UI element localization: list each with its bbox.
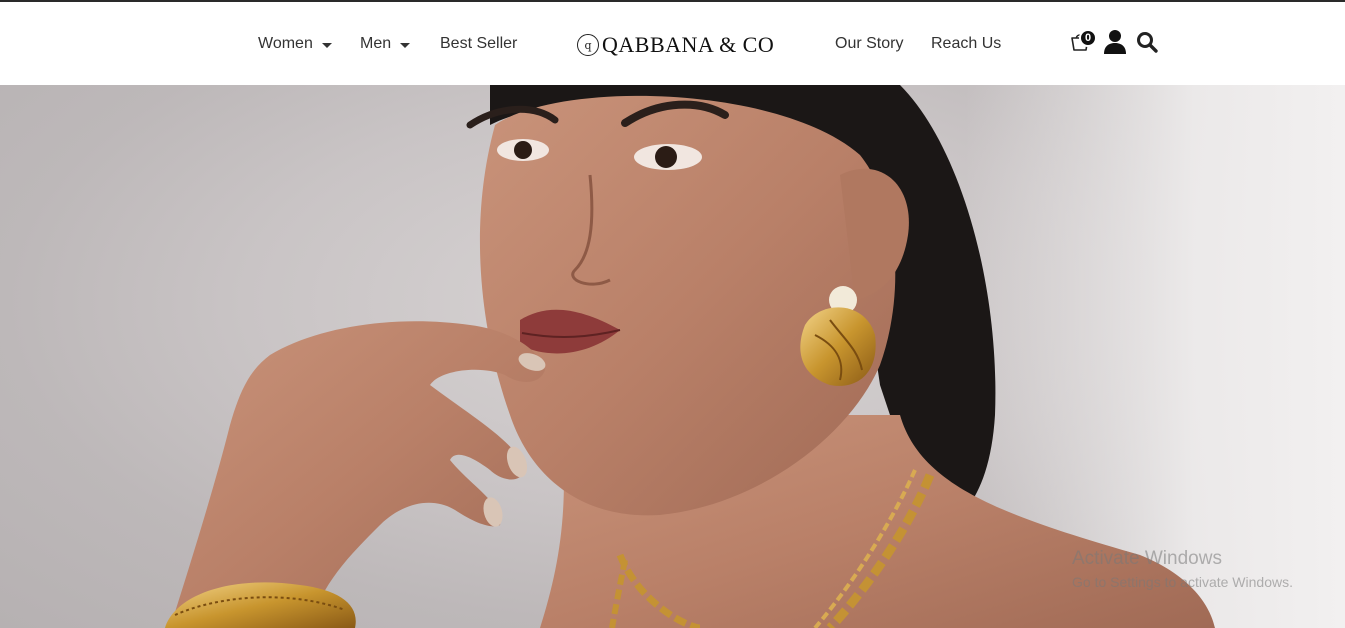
user-icon[interactable] (1103, 29, 1127, 55)
site-header: Women Men Best Seller q QABBANA & CO Our… (0, 2, 1345, 85)
nav-women-label: Women (258, 35, 313, 52)
chevron-down-icon (321, 42, 332, 48)
cart-count-badge: 0 (1079, 29, 1097, 47)
hero-model-image (165, 85, 1215, 628)
nav-women[interactable]: Women (258, 35, 332, 53)
nav-men-label: Men (360, 35, 392, 52)
nav-best-seller[interactable]: Best Seller (440, 35, 517, 53)
brand-logo[interactable]: q QABBANA & CO (577, 32, 774, 58)
header-icons: 0 (1069, 27, 1161, 57)
logo-mark-icon: q (577, 34, 599, 56)
search-icon[interactable] (1135, 30, 1159, 54)
chevron-down-icon (400, 42, 411, 48)
nav-reach-us[interactable]: Reach Us (931, 35, 1001, 53)
nav-our-story[interactable]: Our Story (835, 35, 903, 53)
logo-text: QABBANA & CO (602, 32, 775, 57)
cart-icon[interactable]: 0 (1069, 29, 1097, 55)
hero-banner[interactable] (0, 85, 1345, 628)
nav-men[interactable]: Men (360, 35, 411, 53)
